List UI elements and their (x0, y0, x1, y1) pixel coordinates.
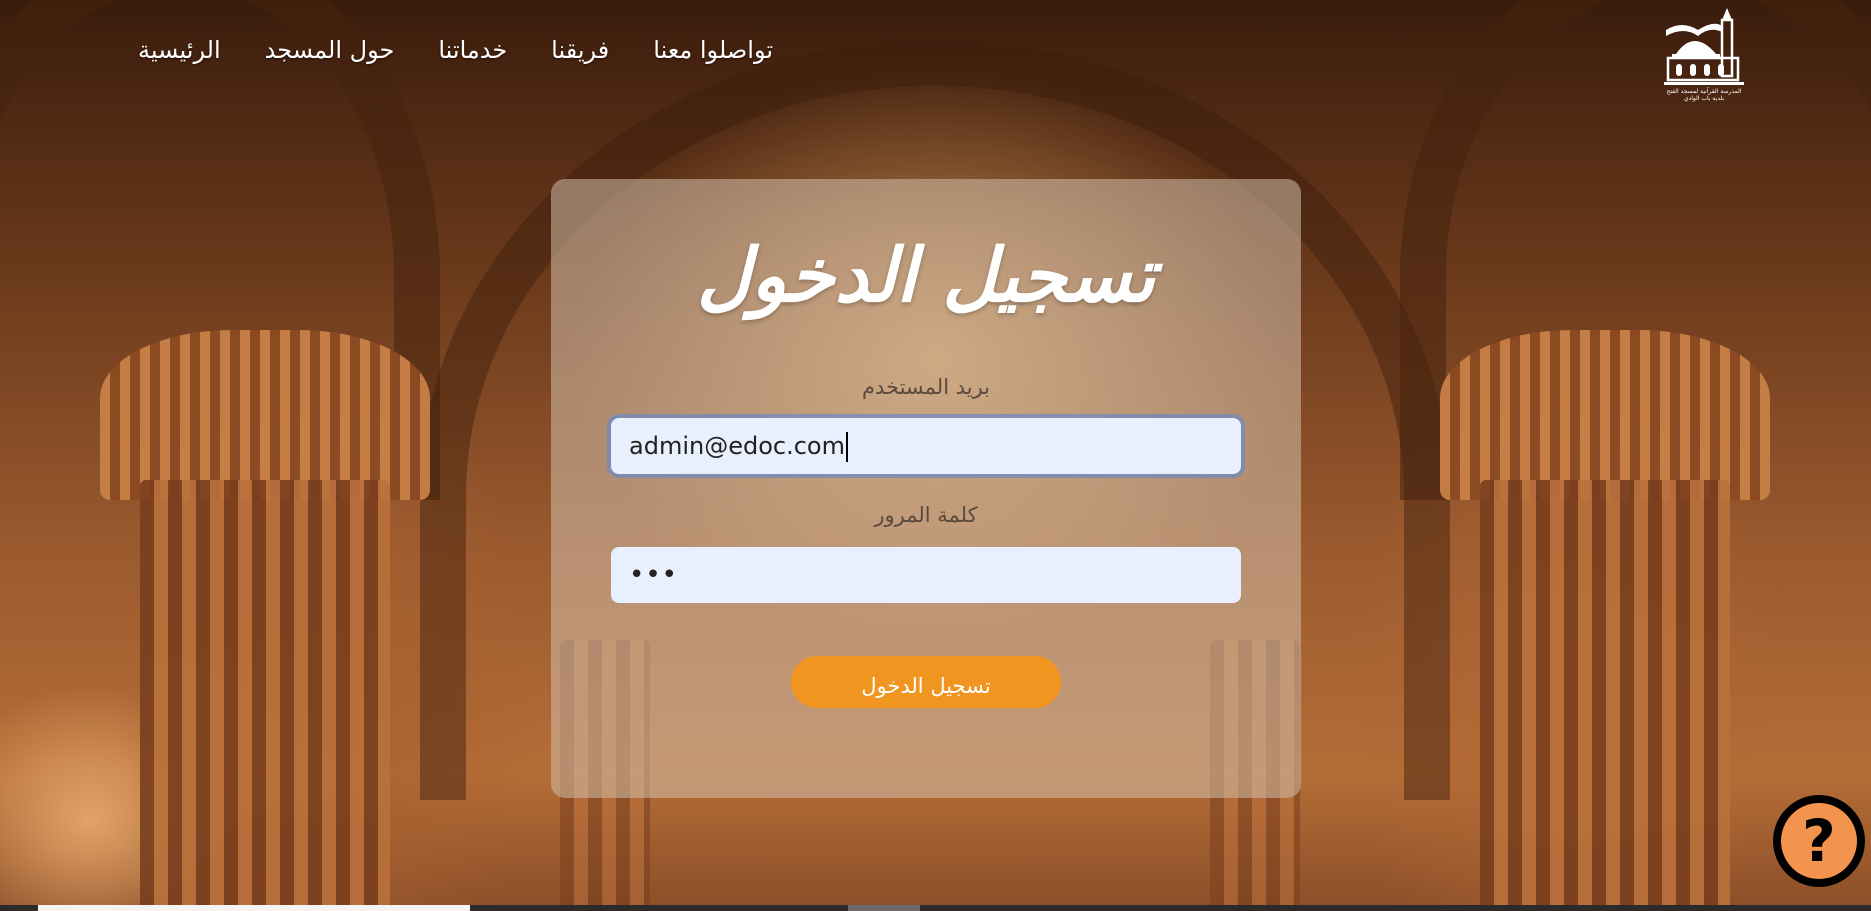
main-nav: الرئيسية حول المسجد خدماتنا فريقنا تواصل… (138, 36, 773, 64)
nav-item-home[interactable]: الرئيسية (138, 36, 221, 64)
bottom-strip-segment (848, 905, 920, 911)
pillar-capital (100, 330, 430, 500)
password-value: ••• (629, 560, 679, 590)
bottom-strip-segment (38, 905, 470, 911)
password-label: كلمة المرور (874, 503, 978, 527)
pillar (140, 480, 390, 911)
help-button[interactable]: ? (1773, 795, 1865, 887)
email-label: بريد المستخدم (862, 375, 990, 399)
text-caret (845, 432, 848, 462)
nav-item-about-mosque[interactable]: حول المسجد (265, 36, 395, 64)
mosque-logo-icon (1664, 8, 1744, 85)
question-icon: ? (1781, 803, 1857, 879)
nav-item-contact[interactable]: تواصلوا معنا (653, 36, 773, 64)
nav-item-services[interactable]: خدماتنا (438, 36, 507, 64)
login-title: تسجيل الدخول (696, 233, 1156, 319)
nav-item-team[interactable]: فريقنا (551, 36, 609, 64)
pillar (1480, 480, 1730, 911)
mosque-logo[interactable]: المدرسة القرآنية لمسجد الفتح بلدية باب ا… (1660, 6, 1748, 104)
email-field[interactable]: admin@edoc.com (611, 418, 1241, 474)
logo-caption: المدرسة القرآنية لمسجد الفتح بلدية باب ا… (1666, 88, 1742, 102)
login-card: تسجيل الدخول بريد المستخدم admin@edoc.co… (551, 179, 1301, 798)
password-field[interactable]: ••• (611, 547, 1241, 603)
login-button[interactable]: تسجيل الدخول (791, 656, 1061, 708)
pillar-capital (1440, 330, 1770, 500)
email-value: admin@edoc.com (629, 432, 845, 460)
